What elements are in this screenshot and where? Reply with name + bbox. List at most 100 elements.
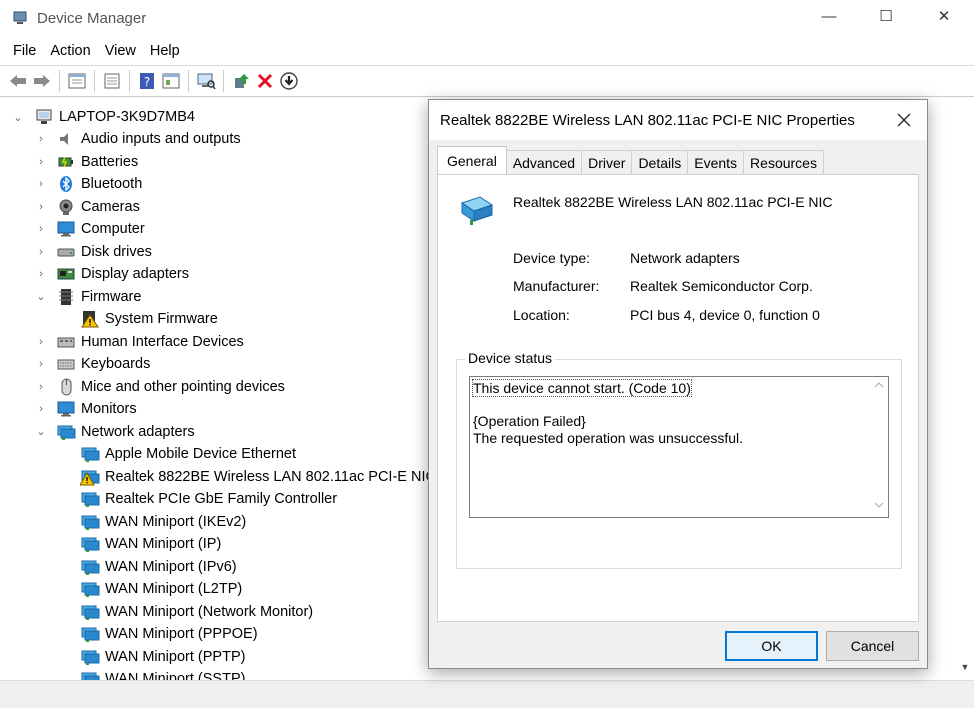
chevron-right-icon[interactable]: › — [35, 178, 47, 190]
scroll-down-icon[interactable] — [874, 501, 884, 509]
manufacturer-label: Manufacturer: — [513, 278, 600, 294]
toolbar-separator — [223, 70, 224, 92]
help-icon[interactable]: ? — [135, 69, 159, 93]
tree-item-label: WAN Miniport (IPv6) — [105, 558, 237, 575]
tree-category-item[interactable]: › Keyboards — [39, 353, 150, 375]
network-icon — [80, 445, 100, 463]
update-driver-icon[interactable] — [229, 69, 253, 93]
tree-item-label: Cameras — [81, 198, 140, 215]
uninstall-icon[interactable] — [253, 69, 277, 93]
tree-child-item[interactable]: WAN Miniport (PPTP) — [80, 646, 245, 668]
chevron-down-icon[interactable]: ⌄ — [35, 291, 47, 303]
tree-item-label: Monitors — [81, 401, 137, 417]
device-status-label: Device status — [465, 350, 556, 366]
chevron-right-icon[interactable]: › — [35, 268, 47, 280]
tree-category-item[interactable]: › Display adapters — [39, 263, 189, 285]
monitor-icon — [56, 220, 76, 238]
details-icon[interactable] — [100, 69, 124, 93]
tree-category-item[interactable]: › Human Interface Devices — [39, 331, 244, 353]
chevron-right-icon[interactable]: › — [35, 156, 47, 168]
tab-driver[interactable]: Driver — [581, 150, 633, 174]
close-icon — [897, 113, 911, 127]
chevron-right-icon[interactable]: › — [35, 336, 47, 348]
tab-details[interactable]: Details — [631, 150, 689, 174]
tree-category-item[interactable]: › Computer — [39, 218, 145, 240]
disable-icon[interactable] — [277, 69, 301, 93]
tab-resources[interactable]: Resources — [743, 150, 824, 174]
chevron-right-icon[interactable]: › — [35, 133, 47, 145]
tree-category-item[interactable]: › Disk drives — [39, 241, 152, 263]
tree-root[interactable]: ⌄ LAPTOP-3K9D7MB4 — [12, 106, 195, 128]
chevron-right-icon[interactable]: › — [35, 223, 47, 235]
chevron-right-icon[interactable]: › — [35, 246, 47, 258]
status-scrollbar[interactable] — [871, 377, 888, 517]
chevron-right-icon[interactable]: › — [35, 381, 47, 393]
network-warning-icon — [80, 468, 100, 486]
cancel-button[interactable]: Cancel — [826, 631, 919, 661]
tree-item-label: Batteries — [81, 153, 139, 170]
camera-icon — [56, 198, 76, 216]
details-pane-icon[interactable] — [159, 69, 183, 93]
tree-item-label: Human Interface Devices — [81, 333, 244, 350]
tree-category-item[interactable]: › Bluetooth — [39, 173, 142, 195]
chevron-right-icon[interactable]: › — [35, 201, 47, 213]
tree-category-item[interactable]: › Cameras — [39, 196, 140, 218]
tree-child-item[interactable]: Apple Mobile Device Ethernet — [80, 443, 296, 465]
menu-file[interactable]: File — [0, 43, 43, 59]
keyboard-icon — [56, 355, 76, 373]
tree-item-label: WAN Miniport (PPTP) — [105, 648, 246, 665]
tab-events[interactable]: Events — [687, 150, 745, 174]
scroll-down-arrow[interactable]: ▼ — [958, 660, 972, 674]
tree-category-item[interactable]: ⌄ Firmware — [36, 286, 141, 308]
tree-child-item[interactable]: WAN Miniport (IPv6) — [80, 556, 237, 578]
minimize-button[interactable]: — — [800, 0, 858, 32]
tree-child-item[interactable]: WAN Miniport (L2TP) — [80, 578, 242, 600]
close-button[interactable]: ✕ — [915, 0, 973, 32]
manufacturer-value: Realtek Semiconductor Corp. — [630, 278, 813, 294]
device-manager-icon — [13, 11, 27, 24]
chevron-down-icon[interactable]: ⌄ — [12, 111, 24, 124]
tree-child-item[interactable]: WAN Miniport (IKEv2) — [80, 511, 246, 533]
tab-general[interactable]: General — [437, 146, 507, 174]
toolbar-separator — [94, 70, 95, 92]
back-icon[interactable] — [6, 69, 30, 93]
chevron-right-icon[interactable]: › — [35, 403, 47, 415]
window-title: Device Manager — [37, 9, 147, 27]
menu-action[interactable]: Action — [43, 43, 97, 59]
menu-view[interactable]: View — [98, 43, 143, 59]
scan-hardware-icon[interactable] — [194, 69, 218, 93]
tree-item-label: System Firmware — [105, 311, 218, 327]
device-status-textbox[interactable]: This device cannot start. (Code 10) {Ope… — [469, 376, 889, 518]
menu-help[interactable]: Help — [143, 43, 187, 59]
menu-bar: File Action View Help — [0, 38, 974, 64]
forward-icon[interactable] — [30, 69, 54, 93]
properties-grid-icon[interactable] — [65, 69, 89, 93]
network-icon — [80, 670, 100, 680]
tree-child-item[interactable]: Realtek PCIe GbE Family Controller — [80, 488, 337, 510]
tree-category-item[interactable]: › Monitors — [39, 398, 137, 420]
tree-category-item[interactable]: ⌄ Network adapters — [36, 421, 195, 443]
tree-item-label: Computer — [81, 221, 145, 237]
tree-child-item[interactable]: WAN Miniport (SSTP) — [80, 668, 245, 680]
chevron-right-icon[interactable]: › — [35, 358, 47, 370]
maximize-button[interactable]: ☐ — [857, 0, 915, 32]
location-label: Location: — [513, 307, 570, 323]
tree-child-item[interactable]: WAN Miniport (PPPOE) — [80, 623, 258, 645]
tree-category-item[interactable]: › Audio inputs and outputs — [39, 128, 240, 150]
tree-child-item[interactable]: WAN Miniport (Network Monitor) — [80, 601, 313, 623]
tree-item-label: Mice and other pointing devices — [81, 378, 285, 395]
tree-category-item[interactable]: › Batteries — [39, 151, 139, 173]
scroll-up-icon[interactable] — [874, 381, 884, 389]
network-icon — [80, 558, 100, 576]
chevron-down-icon[interactable]: ⌄ — [35, 426, 47, 438]
ok-button[interactable]: OK — [725, 631, 818, 661]
network-icon — [80, 625, 100, 643]
tree-category-item[interactable]: › Mice and other pointing devices — [39, 376, 285, 398]
tab-advanced[interactable]: Advanced — [505, 150, 583, 174]
dialog-close-button[interactable] — [889, 106, 919, 134]
tree-child-item[interactable]: WAN Miniport (IP) — [80, 533, 221, 555]
tree-child-item[interactable]: Realtek 8822BE Wireless LAN 802.11ac PCI… — [80, 466, 436, 488]
properties-dialog: Realtek 8822BE Wireless LAN 802.11ac PCI… — [428, 99, 928, 669]
device-type-label: Device type: — [513, 250, 591, 266]
tree-child-item[interactable]: System Firmware — [80, 308, 218, 330]
